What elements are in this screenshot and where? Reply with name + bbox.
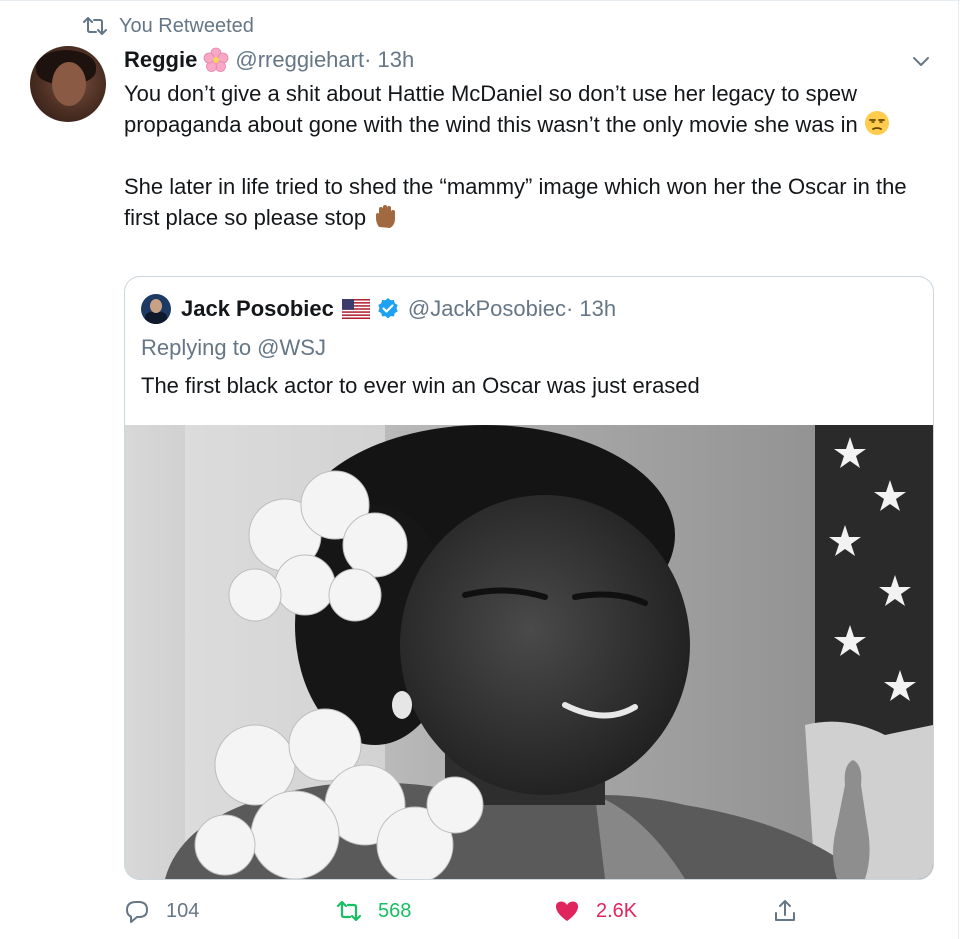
tweet-text: You don’t give a shit about Hattie McDan… xyxy=(124,78,914,233)
cherry-blossom-icon xyxy=(203,47,229,72)
avatar[interactable] xyxy=(30,46,106,122)
retweet-context: You Retweeted xyxy=(83,14,254,38)
quoted-tweet-photo[interactable] xyxy=(125,425,933,879)
raised-hand-icon xyxy=(376,205,396,228)
heart-icon xyxy=(555,901,579,921)
chevron-down-icon[interactable] xyxy=(908,50,934,72)
replying-to: Replying to @WSJ xyxy=(141,335,326,360)
handle[interactable]: @rreggiehart xyxy=(235,47,364,73)
retweet-context-label: You Retweeted xyxy=(119,14,254,37)
us-flag-icon xyxy=(341,299,370,319)
verified-icon xyxy=(378,298,398,319)
quoted-tweet-text: The first black actor to ever win an Osc… xyxy=(141,373,700,398)
timestamp[interactable]: · 13h xyxy=(364,47,414,73)
retweet-icon xyxy=(83,17,107,35)
tweet-actions: 104 568 2.6K xyxy=(124,896,932,926)
retweet-icon xyxy=(336,900,362,922)
quoted-tweet-card[interactable]: Jack Posobiec @JackPosobiec · 13h Replyi… xyxy=(124,276,934,880)
right-divider xyxy=(958,0,959,939)
quoted-display-name: Jack Posobiec xyxy=(181,296,334,321)
tweet-paragraph-1: You don’t give a shit about Hattie McDan… xyxy=(124,81,858,137)
top-divider xyxy=(0,0,960,1)
reply-button[interactable]: 104 xyxy=(124,896,199,926)
share-button[interactable] xyxy=(772,896,814,926)
retweet-count: 568 xyxy=(378,899,412,922)
like-button[interactable]: 2.6K xyxy=(554,896,637,926)
like-count: 2.6K xyxy=(596,899,638,922)
reply-count: 104 xyxy=(166,899,200,922)
tweet-paragraph-2: She later in life tried to shed the “mam… xyxy=(124,174,907,230)
tweet-header: Reggie @rreggiehart · 13h xyxy=(124,44,414,76)
unamused-face-icon xyxy=(864,111,889,135)
display-name[interactable]: Reggie xyxy=(124,47,197,73)
share-icon xyxy=(775,900,795,921)
quoted-timestamp: · 13h xyxy=(565,296,617,321)
quoted-avatar xyxy=(141,294,171,324)
reply-icon xyxy=(126,901,148,923)
retweet-button[interactable]: 568 xyxy=(336,896,411,926)
quoted-handle: @JackPosobiec xyxy=(407,296,566,321)
quoted-tweet-header: Jack Posobiec @JackPosobiec · 13h xyxy=(141,293,616,325)
